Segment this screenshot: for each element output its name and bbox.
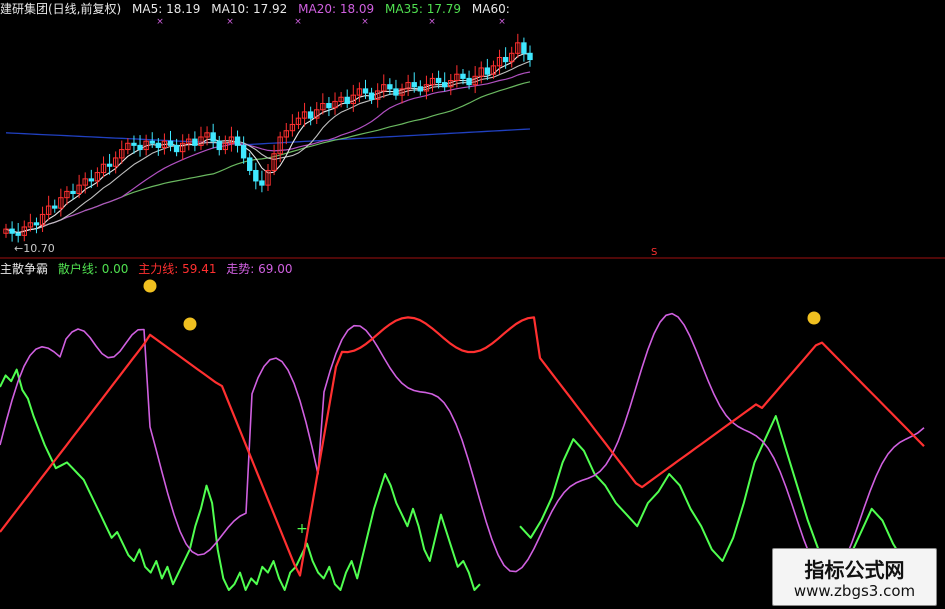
candle-body [9, 228, 15, 234]
candle-body [15, 232, 21, 236]
chart-canvas: × × × × × × + [0, 17, 945, 591]
candle-body [70, 190, 76, 195]
ma20-label: MA20: 18.09 [298, 2, 375, 16]
main-force-line-label: 主力线: 59.41 [138, 262, 217, 276]
candle-body [441, 82, 448, 88]
signal-face-icon [183, 317, 197, 331]
watermark-badge: 指标公式网 www.zbgs3.com [772, 548, 937, 606]
candle-body [502, 56, 509, 63]
ma-marker: × [226, 17, 234, 27]
trend-label: 走势: 69.00 [226, 262, 293, 276]
indicator-title: 主散争霸 [0, 262, 49, 276]
candle-body [527, 52, 533, 61]
price-panel: × × × × × × [3, 17, 533, 243]
candle-body [234, 136, 241, 146]
candle-body [33, 222, 40, 226]
candle-body [131, 142, 137, 146]
low-price-label: ←10.70 [14, 242, 55, 255]
candle-body [137, 144, 143, 151]
chart-title: 建研集团(日线,前复权) [0, 2, 122, 16]
ma35-line [5, 81, 531, 234]
candle-body [52, 205, 58, 209]
candle-body [240, 144, 247, 159]
ma10-label: MA10: 17.92 [211, 2, 288, 16]
retail-line-label: 散户线: 0.00 [57, 262, 129, 276]
candle-body [259, 180, 265, 186]
retail-line-left [0, 368, 481, 591]
candle-body [344, 96, 350, 105]
candle-body [484, 67, 491, 75]
signal-face-icon [143, 279, 157, 293]
candle-body [106, 163, 113, 167]
candle-body [155, 142, 162, 148]
ma-marker: × [156, 17, 164, 27]
candle-body [167, 140, 174, 146]
s-signal-mark: S [651, 247, 658, 258]
candle-body [326, 103, 332, 109]
candle-body [210, 132, 216, 142]
candle-body [216, 140, 222, 151]
ma35-label: MA35: 17.79 [385, 2, 462, 16]
candle-body [393, 88, 399, 96]
candle-body [417, 86, 424, 92]
candle-body [253, 169, 259, 182]
candle-body [460, 73, 466, 79]
candle-body [307, 111, 314, 119]
ma-marker: × [294, 17, 302, 27]
ma-marker: × [428, 17, 436, 27]
ma20-line [5, 71, 531, 234]
watermark-title: 指标公式网 [804, 558, 905, 582]
candle-body [247, 157, 253, 171]
candle-body [435, 77, 442, 84]
candle-body [387, 84, 393, 90]
candle-body [149, 140, 155, 144]
ma60-label: MA60: [471, 2, 510, 16]
ma5-label: MA5: 18.19 [132, 2, 201, 16]
ma-marker: × [361, 17, 369, 27]
candle-body [466, 77, 472, 86]
ma60-line [5, 128, 531, 146]
candle-body [411, 82, 417, 88]
indicator-panel: + [0, 279, 926, 591]
ma-marker: × [498, 17, 506, 27]
candle-body [192, 138, 198, 146]
candle-body [362, 88, 369, 94]
candle-body [521, 42, 527, 54]
candle-body [368, 92, 375, 100]
price-header: 建研集团(日线,前复权) MA5: 18.19 MA10: 17.92 MA20… [0, 0, 517, 16]
watermark-url: www.zbgs3.com [793, 582, 916, 600]
candle-body [173, 144, 180, 153]
buy-cross-icon: + [296, 521, 308, 537]
indicator-header: 主散争霸 散户线: 0.00 主力线: 59.41 走势: 69.00 [0, 260, 299, 276]
signal-face-icon [807, 311, 821, 325]
candle-body [88, 178, 95, 182]
